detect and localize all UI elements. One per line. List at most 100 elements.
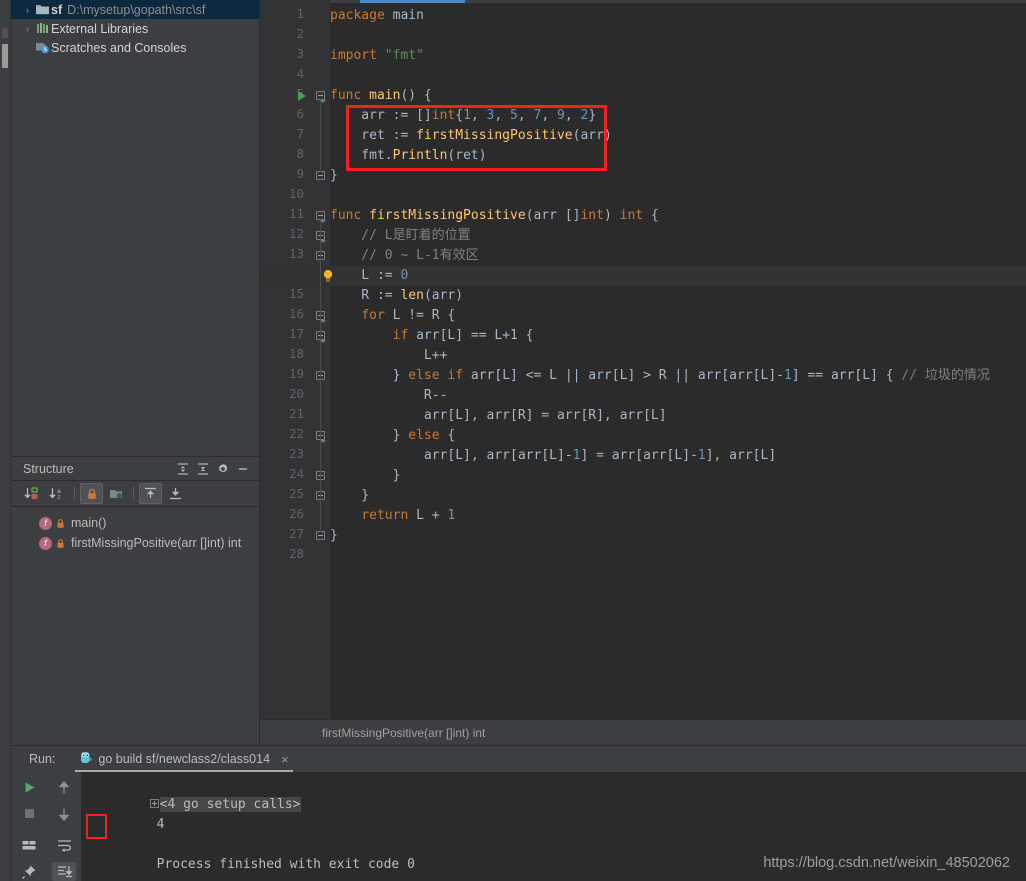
sort-alphabetically-icon[interactable]: a z xyxy=(46,483,69,504)
code-line[interactable]: fmt.Println(ret) xyxy=(330,146,486,166)
code-editor[interactable]: 1234567891011121314151617181920212223242… xyxy=(260,0,1026,719)
code-line[interactable]: func firstMissingPositive(arr []int) int… xyxy=(330,206,659,226)
code-line[interactable]: } xyxy=(330,466,401,486)
expand-all-icon[interactable] xyxy=(173,459,193,479)
show-non-public-icon[interactable] xyxy=(80,483,103,504)
code-token: } xyxy=(330,468,401,483)
collapse-all-icon[interactable] xyxy=(193,459,213,479)
sort-by-visibility-icon[interactable] xyxy=(21,483,44,504)
hide-icon[interactable] xyxy=(233,459,253,479)
fold-marker-icon[interactable] xyxy=(316,531,325,540)
code-line[interactable]: } else if arr[L] <= L || arr[L] > R || a… xyxy=(330,366,990,386)
code-token: L++ xyxy=(330,348,448,363)
gutter-line-number: 15 xyxy=(288,286,304,301)
project-tree-node-scratches[interactable]: › Scratches and Consoles xyxy=(11,38,259,57)
code-line[interactable]: arr := []int{1, 3, 5, 7, 9, 2} xyxy=(330,106,596,126)
code-token: } xyxy=(330,368,409,383)
console-setup-calls-line[interactable]: <4 go setup calls> xyxy=(81,775,1026,812)
code-token: import xyxy=(330,48,377,63)
project-tree-node-external-libraries[interactable]: › External Libraries xyxy=(11,19,259,38)
code-token: , xyxy=(494,108,511,123)
gutter-line-number: 2 xyxy=(296,26,304,41)
code-line[interactable]: for L != R { xyxy=(330,306,455,326)
stop-icon[interactable] xyxy=(17,804,41,823)
run-gutter-arrow-icon[interactable] xyxy=(298,91,306,101)
code-line[interactable]: // 0 ~ L-1有效区 xyxy=(330,246,478,266)
structure-item-main[interactable]: f main() xyxy=(11,513,259,533)
project-tree-node-sf[interactable]: › sf D:\mysetup\gopath\src\sf xyxy=(11,0,259,19)
gutter-line-number: 24 xyxy=(288,466,304,481)
soft-wrap-icon[interactable] xyxy=(52,836,76,855)
code-line[interactable]: } xyxy=(330,486,369,506)
code-token: (arr) xyxy=(572,128,612,143)
code-line[interactable]: // L是盯着的位置 xyxy=(330,226,470,246)
code-token: } xyxy=(588,108,597,123)
settings-gear-icon[interactable] xyxy=(213,459,233,479)
editor-gutter[interactable]: 1234567891011121314151617181920212223242… xyxy=(260,0,312,719)
code-token: return xyxy=(361,508,409,523)
code-token: int xyxy=(619,208,644,223)
fold-marker-icon[interactable] xyxy=(316,171,325,180)
project-tool-window: › sf D:\mysetup\gopath\src\sf › External… xyxy=(11,0,260,456)
code-line[interactable]: } xyxy=(330,166,338,186)
gutter-line-number: 22 xyxy=(288,426,304,441)
code-token: () { xyxy=(400,88,432,103)
code-line[interactable]: L := 0 xyxy=(330,266,408,286)
code-token: } xyxy=(330,168,338,183)
structure-item-firstmissingpositive[interactable]: f firstMissingPositive(arr []int) int xyxy=(11,533,259,553)
code-token: L + xyxy=(408,508,448,523)
code-line[interactable]: L++ xyxy=(330,346,448,366)
edge-scrollbar-thumb[interactable] xyxy=(2,44,8,68)
gutter-line-number: 17 xyxy=(288,326,304,341)
code-token: } xyxy=(330,488,370,503)
code-line[interactable]: } xyxy=(330,526,338,546)
run-icon[interactable] xyxy=(17,778,41,797)
pin-icon[interactable] xyxy=(17,862,41,881)
editor-fold-column[interactable] xyxy=(312,0,330,719)
gutter-line-number: 9 xyxy=(296,166,304,181)
show-anonymous-icon[interactable] xyxy=(164,483,187,504)
code-line[interactable]: ret := firstMissingPositive(arr) xyxy=(330,126,612,146)
code-line[interactable]: return L + 1 xyxy=(330,506,455,526)
code-token: , xyxy=(470,108,487,123)
show-inherited-icon[interactable] xyxy=(139,483,162,504)
edge-mark xyxy=(2,28,8,38)
run-tool-window: Run: go build sf/newclass2/class014 × <4… xyxy=(11,745,1026,881)
code-line[interactable]: if arr[L] == L+1 { xyxy=(330,326,534,346)
layout-icon[interactable] xyxy=(17,836,41,855)
code-token: for xyxy=(361,308,385,323)
structure-item-label: main() xyxy=(71,516,107,530)
intention-bulb-icon[interactable] xyxy=(322,269,334,282)
code-token: main xyxy=(369,88,401,103)
scratches-icon xyxy=(34,41,51,54)
down-arrow-icon[interactable] xyxy=(52,804,76,823)
gutter-line-number: 25 xyxy=(288,486,304,501)
toolbar-separator xyxy=(133,486,134,501)
chevron-right-icon[interactable]: › xyxy=(21,24,34,34)
gutter-line-number: 7 xyxy=(296,126,304,141)
run-tab-title: go build sf/newclass2/class014 xyxy=(98,752,271,766)
code-line[interactable]: arr[L], arr[R] = arr[R], arr[L] xyxy=(330,406,667,426)
structure-header: Structure xyxy=(11,457,259,481)
breadcrumb[interactable]: firstMissingPositive(arr []int) int xyxy=(260,719,1026,745)
code-line[interactable]: func main() { xyxy=(330,86,432,106)
close-icon[interactable]: × xyxy=(281,752,289,767)
code-line[interactable]: } else { xyxy=(330,426,456,446)
run-tab[interactable]: go build sf/newclass2/class014 × xyxy=(75,746,293,772)
group-icon[interactable] xyxy=(105,483,128,504)
code-line[interactable]: R-- xyxy=(330,386,448,406)
scroll-to-end-icon[interactable] xyxy=(52,862,76,881)
code-token: (arr [] xyxy=(525,208,581,223)
code-token: 1 xyxy=(697,448,706,463)
function-icon: f xyxy=(39,536,52,550)
code-line[interactable]: arr[L], arr[arr[L]-1] = arr[arr[L]-1], a… xyxy=(330,446,776,466)
code-line[interactable]: import "fmt" xyxy=(330,46,424,66)
code-line[interactable]: R := len(arr) xyxy=(330,286,463,306)
editor-code-area[interactable]: package main import "fmt" func main() { ar… xyxy=(260,0,1026,719)
code-line[interactable]: package main xyxy=(330,6,424,26)
fold-guide-line xyxy=(320,218,321,532)
code-token: int xyxy=(580,208,604,223)
chevron-right-icon[interactable]: › xyxy=(21,5,34,15)
up-arrow-icon[interactable] xyxy=(52,778,76,797)
